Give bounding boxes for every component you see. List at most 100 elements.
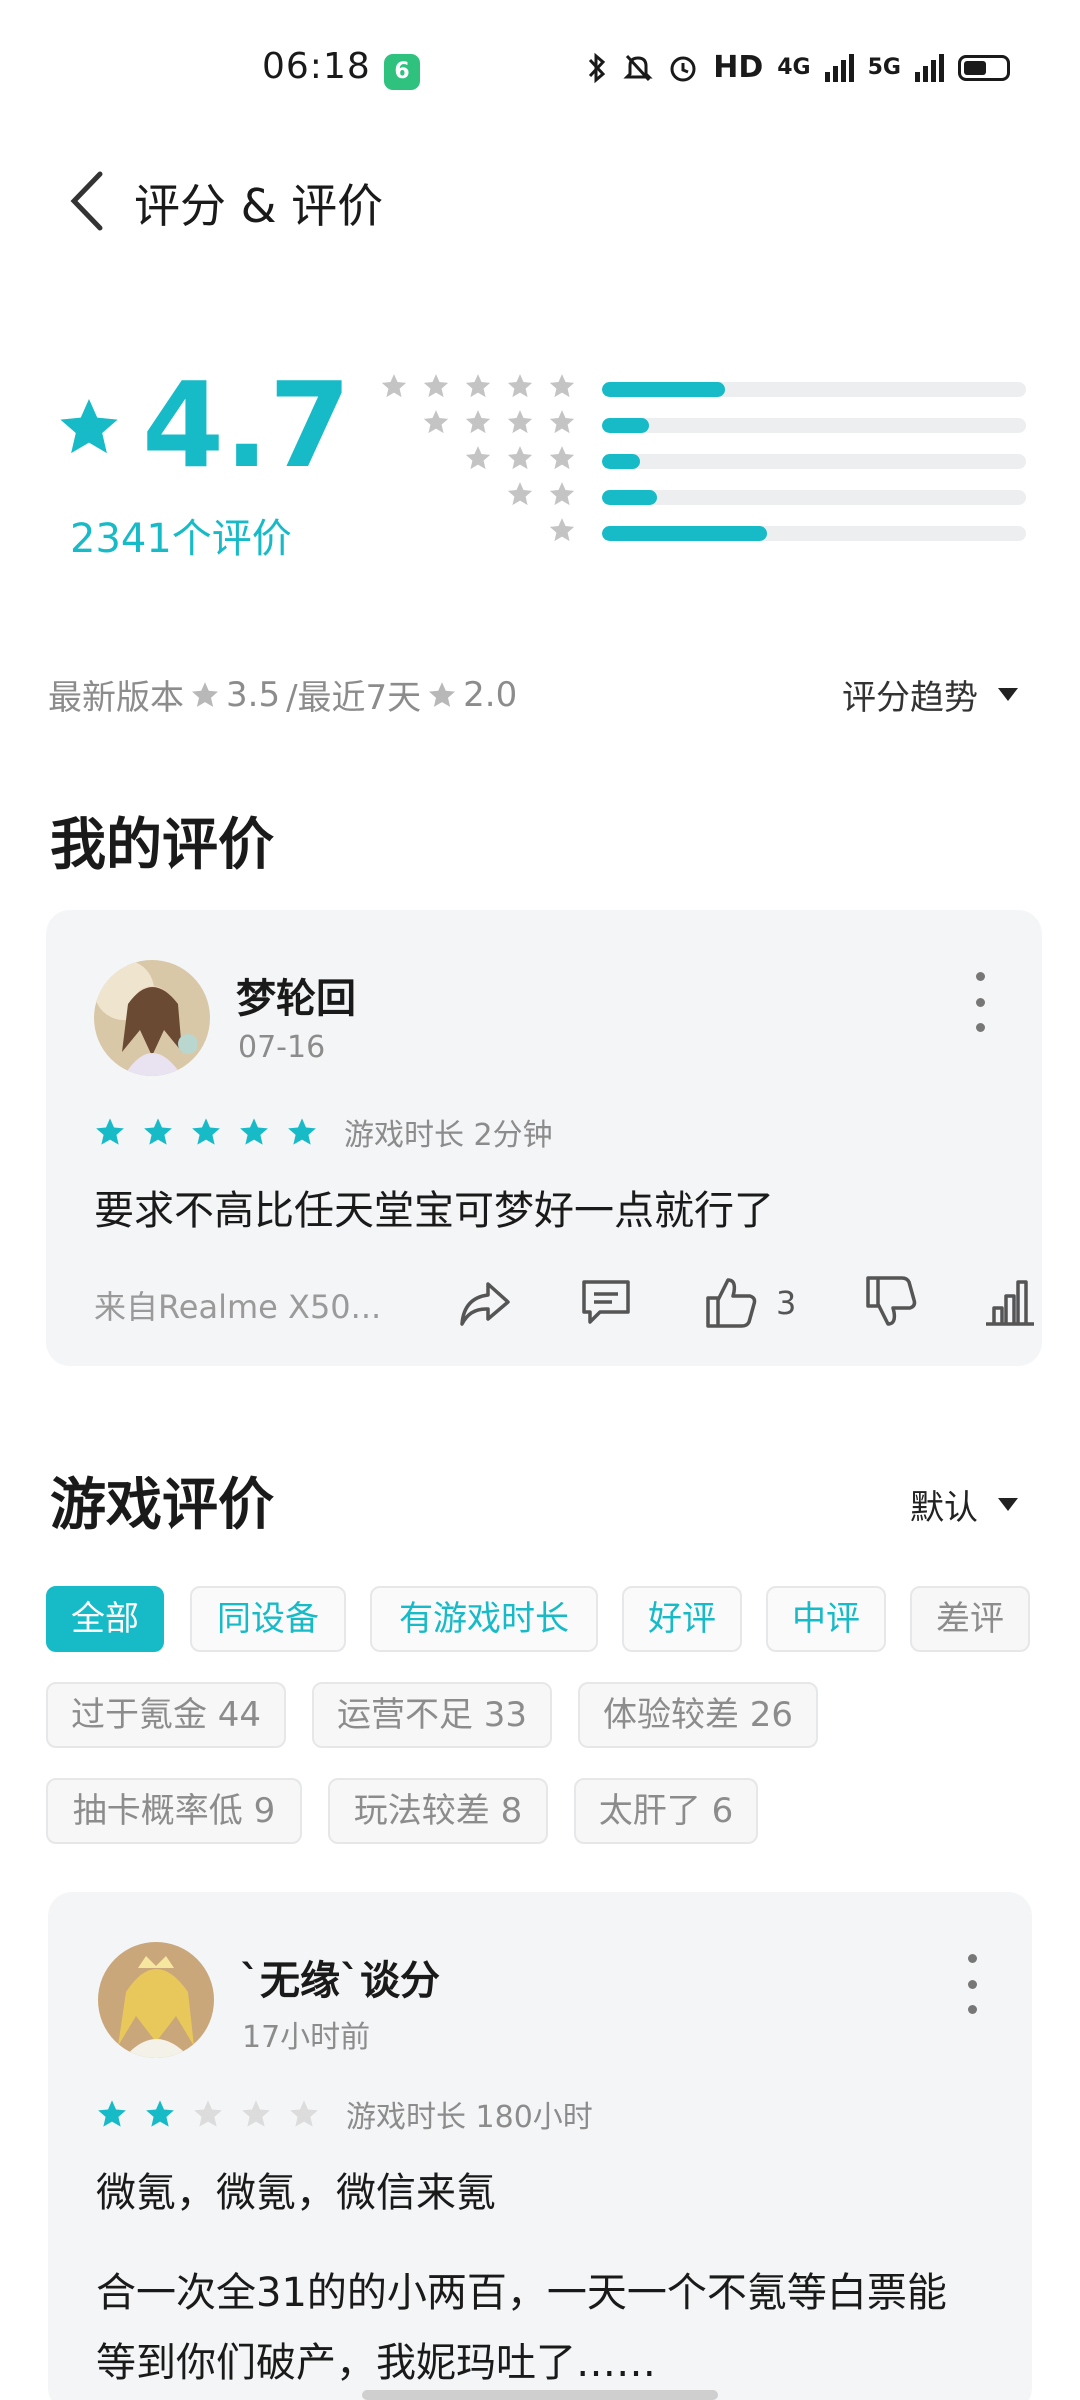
tag-chip[interactable]: 运营不足 33	[312, 1682, 552, 1748]
sort-dropdown[interactable]: 默认	[910, 1480, 1018, 1529]
like-count: 3	[776, 1284, 797, 1322]
caret-down-icon	[998, 1498, 1018, 1511]
distribution-row-4-stars	[380, 408, 1030, 438]
star-icon	[549, 410, 575, 434]
star-icon	[242, 2100, 270, 2127]
tag-chip[interactable]: 抽卡概率低 9	[46, 1778, 302, 1844]
share-icon[interactable]	[454, 1272, 514, 1332]
overall-score: 4.7	[142, 356, 352, 494]
review-time: 17小时前	[242, 2020, 371, 2055]
recent-score: 2.0	[463, 674, 518, 715]
play-time: 游戏时长 2分钟	[344, 1118, 553, 1153]
header: 评分 & 评价	[0, 150, 1080, 250]
rating-trend-dropdown[interactable]: 评分趋势	[842, 670, 1018, 719]
network-4g-label: 4G	[777, 55, 811, 80]
hd-indicator: HD	[713, 50, 764, 85]
latest-version-label: 最新版本	[48, 678, 184, 718]
distribution-stars	[464, 444, 576, 472]
play-time: 游戏时长 180小时	[346, 2100, 593, 2135]
tag-chip[interactable]: 体验较差 26	[578, 1682, 818, 1748]
review-stars: 游戏时长 2分钟	[94, 1110, 553, 1154]
network-5g-label: 5G	[867, 55, 901, 80]
rating-count: 2341个评价	[70, 516, 292, 562]
star-rating	[96, 2098, 320, 2130]
more-options-button[interactable]	[962, 1954, 982, 2014]
distribution-bar-fill	[602, 454, 641, 469]
star-icon	[288, 1118, 316, 1145]
filter-chip-play-time[interactable]: 有游戏时长	[370, 1586, 598, 1652]
star-icon	[146, 2100, 174, 2127]
avatar[interactable]	[94, 960, 210, 1076]
distribution-row-2-stars	[380, 480, 1030, 510]
distribution-bar-fill	[602, 418, 649, 433]
tag-chip[interactable]: 过于氪金 44	[46, 1682, 286, 1748]
distribution-bar-track	[602, 454, 1026, 469]
star-icon	[465, 374, 491, 398]
distribution-bar-fill	[602, 526, 768, 541]
game-reviews-title: 游戏评价	[50, 1473, 274, 1538]
star-icon	[192, 681, 218, 707]
review-text-line: 合一次全31的的小两百，一天一个不氪等白票能	[96, 2270, 947, 2316]
alarm-icon	[670, 56, 696, 81]
caret-down-icon	[998, 688, 1018, 701]
distribution-stars	[422, 408, 576, 436]
review-actions: 来自Realme X50... 3	[94, 1272, 1034, 1332]
filter-chip-all[interactable]: 全部	[46, 1586, 164, 1652]
tag-chip[interactable]: 太肝了 6	[574, 1778, 758, 1844]
review-card: `无缘`谈分 17小时前 游戏时长 180小时 微氪，微氪，微信来氪 合一次全3…	[48, 1892, 1032, 2400]
comment-icon[interactable]	[576, 1272, 636, 1332]
distribution-row-3-stars	[380, 444, 1030, 474]
back-button[interactable]	[60, 164, 120, 234]
home-indicator[interactable]	[362, 2390, 718, 2400]
star-icon	[507, 374, 533, 398]
distribution-bar-track	[602, 490, 1026, 505]
star-icon	[507, 482, 533, 506]
filter-chip-same-device[interactable]: 同设备	[190, 1586, 346, 1652]
status-icons: HD 4G 5G	[585, 50, 1010, 85]
my-review-card: 梦轮回 07-16 游戏时长 2分钟 要求不高比任天堂宝可梦好一点就行了 来自R…	[46, 910, 1042, 1366]
filter-chip-positive[interactable]: 好评	[622, 1586, 742, 1652]
distribution-row-5-stars	[380, 372, 1030, 402]
trend-label: 评分趋势	[842, 678, 978, 718]
star-icon	[429, 681, 456, 707]
thumbs-down-icon[interactable]	[860, 1272, 920, 1332]
more-options-button[interactable]	[970, 972, 990, 1032]
recent-label: /最近7天	[286, 678, 422, 718]
star-icon	[381, 374, 407, 398]
review-date: 07-16	[238, 1030, 326, 1065]
star-icon	[144, 1118, 172, 1145]
status-bar: 06:18 6 HD 4G 5G	[0, 0, 1080, 140]
filter-chip-negative[interactable]: 差评	[910, 1586, 1030, 1652]
star-icon	[194, 2100, 222, 2127]
distribution-bar-fill	[602, 382, 725, 397]
distribution-stars	[548, 516, 576, 544]
star-rating	[94, 1116, 318, 1148]
distribution-stars	[506, 480, 576, 508]
star-icon	[290, 2100, 318, 2127]
rating-summary: 4.7 2341个评价	[0, 360, 1080, 580]
star-icon	[60, 398, 118, 454]
tag-chip[interactable]: 玩法较差 8	[328, 1778, 548, 1844]
stats-icon[interactable]	[980, 1272, 1040, 1332]
star-icon	[423, 374, 449, 398]
avatar[interactable]	[98, 1942, 214, 2058]
review-stars: 游戏时长 180小时	[96, 2092, 593, 2136]
app-notification-icon: 6	[384, 54, 420, 90]
reviewer-name: 梦轮回	[236, 976, 356, 1022]
signal-2-icon	[915, 53, 944, 82]
star-icon	[192, 1118, 220, 1145]
distribution-bar-fill	[602, 490, 658, 505]
sort-label: 默认	[910, 1488, 978, 1528]
distribution-row-1-stars	[380, 516, 1030, 546]
star-icon	[549, 374, 575, 398]
bell-mute-icon	[623, 54, 653, 81]
filter-chip-neutral[interactable]: 中评	[766, 1586, 886, 1652]
distribution-bar-track	[602, 526, 1026, 541]
star-icon	[423, 410, 449, 434]
star-icon	[465, 410, 491, 434]
review-title-line: 微氪，微氪，微信来氪	[96, 2170, 496, 2216]
star-icon	[507, 446, 533, 470]
thumbs-up-icon[interactable]	[700, 1272, 760, 1332]
chevron-left-icon	[70, 171, 103, 231]
reviewer-name: `无缘`谈分	[240, 1958, 440, 2004]
